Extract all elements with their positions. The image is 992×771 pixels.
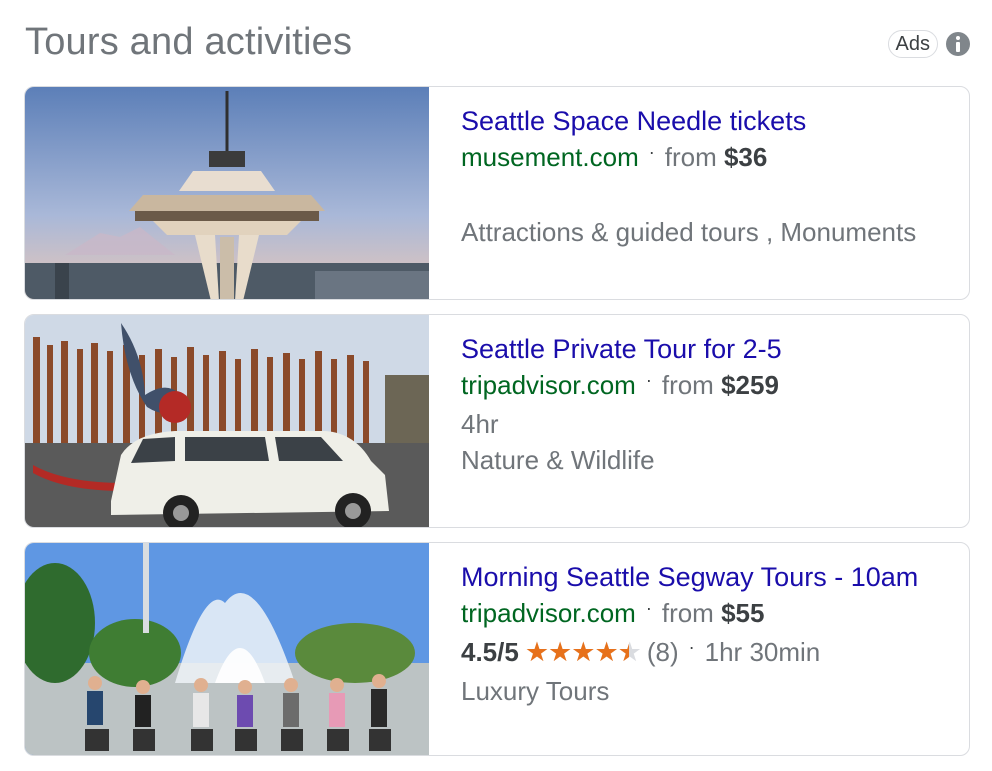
section-title: Tours and activities: [25, 21, 353, 63]
separator-dot: ·: [688, 637, 695, 657]
tour-duration: 4hr: [461, 409, 499, 439]
tour-details: Morning Seattle Segway Tours - 10am trip…: [461, 559, 959, 709]
tour-details: Seattle Private Tour for 2-5 tripadvisor…: [461, 331, 959, 478]
rating-line: 4.5/5★★★★★★★★★★(8) · 1hr 30min: [461, 634, 959, 673]
tour-source-line: musement.com · from $36: [461, 139, 959, 178]
tour-title-link[interactable]: Seattle Space Needle tickets: [461, 103, 959, 139]
from-label: from: [664, 142, 717, 172]
price: $36: [723, 142, 768, 172]
tour-category: Attractions & guided tours , Monuments: [461, 217, 917, 247]
site-url[interactable]: tripadvisor.com: [461, 370, 636, 400]
tour-image[interactable]: [25, 315, 429, 527]
space-needle-photo: [25, 87, 429, 299]
tour-source-line: tripadvisor.com · from $259: [461, 367, 959, 406]
segway-group-fountain-photo: [25, 543, 429, 755]
separator-dot: ·: [645, 598, 652, 618]
section-header: Tours and activities Ads: [25, 18, 970, 68]
price: $259: [721, 370, 779, 400]
from-label: from: [661, 370, 714, 400]
separator-dot: ·: [645, 370, 652, 390]
price: $55: [721, 598, 765, 628]
from-label: from: [661, 598, 714, 628]
review-count[interactable]: (8): [647, 637, 679, 667]
tour-source-line: tripadvisor.com · from $55: [461, 595, 959, 634]
site-url[interactable]: tripadvisor.com: [461, 598, 636, 628]
tour-duration: 1hr 30min: [704, 637, 821, 667]
tour-image[interactable]: [25, 543, 429, 755]
tour-category: Luxury Tours: [461, 676, 610, 706]
site-url[interactable]: musement.com: [461, 142, 639, 172]
rating-score: 4.5/5: [461, 637, 519, 667]
separator-dot: ·: [648, 142, 655, 162]
star-rating-icon: ★★★★★★★★★★: [524, 637, 642, 667]
tour-card[interactable]: Seattle Private Tour for 2-5 tripadvisor…: [24, 314, 970, 528]
tour-title-link[interactable]: Seattle Private Tour for 2-5: [461, 331, 959, 367]
info-icon[interactable]: [946, 32, 970, 56]
tour-category: Nature & Wildlife: [461, 445, 655, 475]
tour-title-link[interactable]: Morning Seattle Segway Tours - 10am: [461, 559, 959, 595]
ads-badge: Ads: [887, 30, 938, 58]
white-suv-sculpture-photo: [25, 315, 429, 527]
tour-card[interactable]: Seattle Space Needle tickets musement.co…: [24, 86, 970, 300]
tour-image[interactable]: [25, 87, 429, 299]
tour-card[interactable]: Morning Seattle Segway Tours - 10am trip…: [24, 542, 970, 756]
tour-details: Seattle Space Needle tickets musement.co…: [461, 103, 959, 250]
ads-indicator: Ads: [887, 30, 970, 58]
